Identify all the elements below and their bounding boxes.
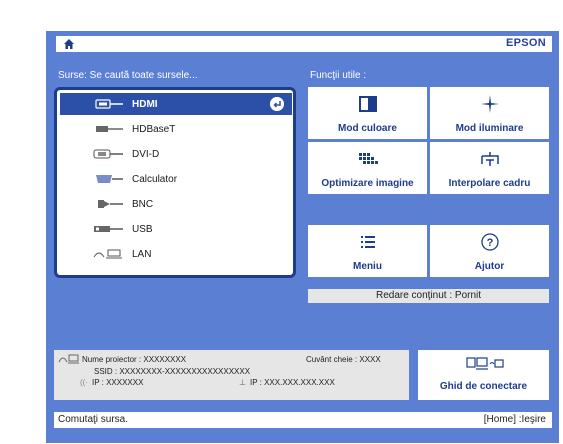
hdmi-icon (92, 98, 124, 110)
frame-interpolation-button[interactable]: Interpolare cadru (430, 142, 549, 194)
button-label: Interpolare cadru (448, 178, 531, 189)
source-label: Calculator (132, 173, 178, 185)
wired-lan-icon: ⊥ (239, 378, 246, 387)
source-label: USB (132, 223, 153, 235)
wireless-lan-icon (58, 354, 79, 364)
top-bar: EPSON (56, 36, 552, 52)
lan-icon (92, 248, 124, 260)
source-item-lan[interactable]: LAN (60, 243, 292, 265)
source-label: HDMI (132, 98, 158, 110)
svg-text:?: ? (486, 237, 493, 249)
source-item-hdbaset[interactable]: HDBaseT (60, 118, 292, 140)
home-panel: EPSON Surse: Se caută toate sursele... F… (46, 31, 559, 443)
projector-home-screen: EPSON Surse: Se caută toate sursele... F… (0, 0, 563, 444)
light-mode-icon (480, 95, 499, 113)
help-button[interactable]: ? Ajutor (430, 225, 549, 277)
image-optimize-button[interactable]: Optimizare imagine (308, 142, 427, 194)
connection-guide-icon (466, 357, 504, 370)
home-icon (64, 39, 74, 49)
source-item-hdmi[interactable]: HDMI (60, 93, 292, 115)
menu-button[interactable]: Meniu (308, 225, 427, 277)
frame-interpolation-icon (480, 152, 499, 166)
source-label: DVI-D (132, 148, 160, 160)
help-icon: ? (480, 233, 499, 251)
source-label: HDBaseT (132, 123, 176, 135)
color-mode-button[interactable]: Mod culoare (308, 87, 427, 139)
source-list: HDMI HDBaseT DVI-D Calculator BNC USB LA… (54, 87, 296, 278)
source-item-dvi[interactable]: DVI-D (60, 143, 292, 165)
button-label: Optimizare imagine (321, 178, 414, 189)
source-item-bnc[interactable]: BNC (60, 193, 292, 215)
projector-name: Nume proiector : XXXXXXXX (82, 355, 187, 364)
image-optimize-icon (358, 153, 378, 164)
footer-hint: Comutaţi sursa. (58, 414, 129, 425)
source-label: LAN (132, 248, 152, 260)
button-label: Ghid de conectare (439, 381, 528, 392)
footer-exit: [Home] :Ieşire (483, 414, 546, 425)
dvi-icon (92, 148, 124, 160)
hdbaset-icon (92, 123, 124, 135)
menu-icon (360, 236, 375, 248)
computer-vga-icon (92, 173, 124, 185)
wireless-signal-icon: ((· (80, 378, 88, 387)
brand-logo: EPSON (505, 37, 546, 49)
source-label: BNC (132, 198, 154, 210)
button-label: Meniu (353, 261, 382, 272)
usb-icon (92, 223, 124, 235)
button-label: Mod culoare (338, 123, 397, 134)
bnc-icon (92, 198, 124, 210)
button-label: Ajutor (474, 261, 505, 272)
enter-icon (270, 97, 284, 111)
wired-ip: IP : XXX.XXX.XXX.XXX (250, 378, 335, 387)
content-playback-status: Redare conţinut : Pornit (308, 289, 549, 303)
source-item-computer[interactable]: Calculator (60, 168, 292, 190)
color-mode-icon (358, 96, 377, 112)
bottom-bar: Comutaţi sursa. [Home] :Ieşire (54, 412, 552, 428)
ssid: SSID : XXXXXXXX-XXXXXXXXXXXXXXXX (94, 367, 251, 376)
sources-heading: Surse: Se caută toate sursele... (58, 70, 198, 81)
wireless-ip: IP : XXXXXXX (92, 378, 144, 387)
network-info: Nume proiector : XXXXXXXX Cuvânt cheie :… (54, 350, 409, 400)
connection-guide-button[interactable]: Ghid de conectare (418, 350, 549, 400)
source-item-usb[interactable]: USB (60, 218, 292, 240)
light-mode-button[interactable]: Mod iluminare (430, 87, 549, 139)
button-label: Mod iluminare (455, 123, 524, 134)
functions-heading: Funcţii utile : (310, 70, 367, 81)
keyword: Cuvânt cheie : XXXX (306, 355, 381, 364)
